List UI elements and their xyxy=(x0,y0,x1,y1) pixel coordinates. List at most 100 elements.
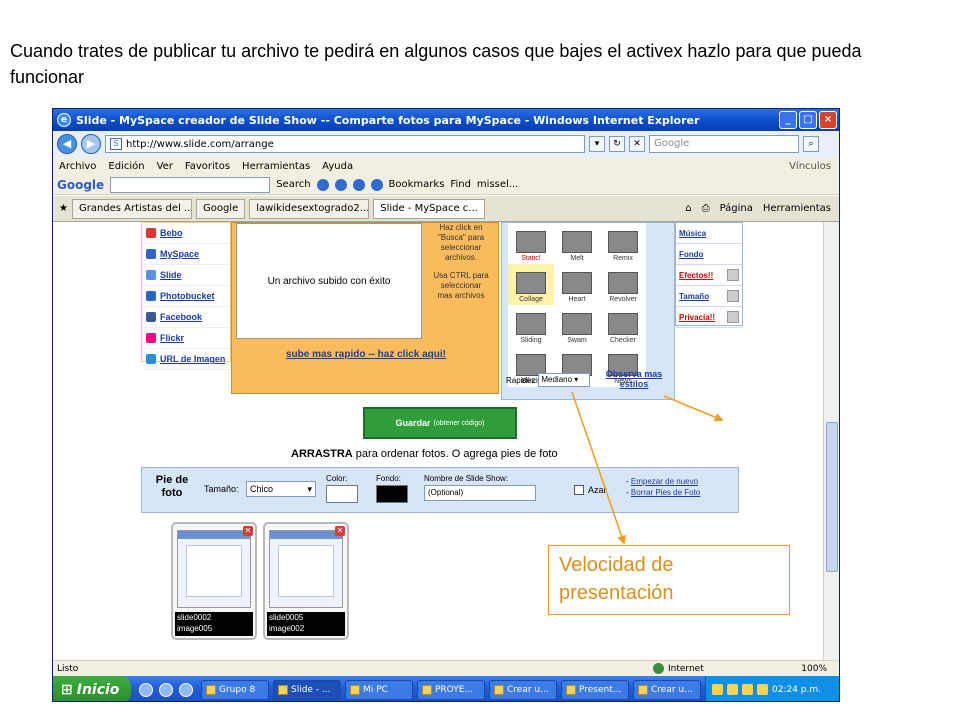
tray-icon[interactable] xyxy=(712,684,723,695)
style-option[interactable]: Static! xyxy=(508,223,554,264)
tab-google[interactable]: Google xyxy=(195,198,246,219)
style-label: Remix xyxy=(613,255,633,262)
windows-logo-icon: ⊞ xyxy=(61,681,73,698)
back-button[interactable]: ◀ xyxy=(57,134,77,154)
style-option[interactable]: Checker xyxy=(600,305,646,346)
search-icon[interactable]: ⌕ xyxy=(803,136,819,152)
fast-upload-link[interactable]: sube mas rapido -- haz click aqui! xyxy=(232,349,500,360)
toolbar-globe-icon[interactable] xyxy=(316,178,329,191)
maximize-button[interactable]: □ xyxy=(799,111,817,129)
tab-lawiki[interactable]: lawikidesextogrado2... xyxy=(249,198,370,219)
style-option[interactable]: Sliding xyxy=(508,305,554,346)
tools-menu[interactable]: Herramientas xyxy=(763,203,831,214)
task-icon xyxy=(422,684,432,695)
url-dropdown-button[interactable]: ▾ xyxy=(589,136,605,152)
user-account-button[interactable]: missel... xyxy=(477,179,518,190)
style-option[interactable]: Revolver xyxy=(600,264,646,305)
status-bar: Listo Internet 100% xyxy=(53,660,839,676)
home-icon[interactable]: ⌂ xyxy=(685,203,691,214)
random-checkbox[interactable] xyxy=(574,485,584,495)
style-option[interactable]: Remix xyxy=(600,223,646,264)
site-item-bebo[interactable]: Bebo xyxy=(142,223,230,244)
site-item-flickr[interactable]: Flickr xyxy=(142,328,230,349)
start-over-link[interactable]: Empezar de nuevo xyxy=(631,477,698,486)
style-label: Melt xyxy=(570,255,584,262)
favorites-star-icon[interactable]: ★ xyxy=(59,203,68,214)
print-icon[interactable]: ⎙ xyxy=(702,203,710,214)
google-toolbar-input[interactable] xyxy=(110,176,271,193)
drag-hint: ARRASTRA para ordenar fotos. O agrega pi… xyxy=(291,448,558,460)
caption-bg-picker[interactable] xyxy=(376,485,408,503)
page-menu[interactable]: Página xyxy=(720,203,753,214)
style-option[interactable]: Swam xyxy=(554,305,600,346)
menu-bar: Archivo Edición Ver Favoritos Herramient… xyxy=(53,157,839,175)
tab-slide[interactable]: Slide - MySpace c... xyxy=(373,198,485,219)
links-menu[interactable]: Vínculos xyxy=(789,161,831,172)
forward-button[interactable]: ▶ xyxy=(81,134,101,154)
menu-archivo[interactable]: Archivo xyxy=(59,161,96,172)
caption-size-select[interactable]: Chico ▾ xyxy=(246,481,316,497)
option-link[interactable]: Tamaño xyxy=(676,286,742,307)
tray-icon[interactable] xyxy=(727,684,738,695)
slideshow-name-input[interactable]: (Optional) xyxy=(424,485,536,501)
start-button[interactable]: ⊞ Inicio xyxy=(53,676,131,701)
toolbar-blog-icon[interactable] xyxy=(352,178,365,191)
caption-color-picker[interactable] xyxy=(326,485,358,503)
delete-photo-icon[interactable]: ✕ xyxy=(335,526,345,536)
tab-grandes-artistas[interactable]: Grandes Artistas del ... xyxy=(71,198,192,219)
menu-herramientas[interactable]: Herramientas xyxy=(242,161,310,172)
google-search-button[interactable]: Search xyxy=(276,179,310,190)
more-styles-link[interactable]: Observa mas estilos xyxy=(598,369,670,389)
photo-card[interactable]: ✕ slide0002 image005 xyxy=(171,522,257,640)
url-field[interactable]: S http://www.slide.com/arrange xyxy=(105,135,585,153)
site-item-photobucket[interactable]: Photobucket xyxy=(142,286,230,307)
speed-select[interactable]: Mediano ▾ xyxy=(538,373,591,387)
browser-search-input[interactable]: Google xyxy=(649,135,799,153)
option-link[interactable]: Fondo xyxy=(676,244,742,265)
quick-media-icon[interactable] xyxy=(179,682,193,697)
photo-card[interactable]: ✕ slide0005 image002 xyxy=(263,522,349,640)
menu-edicion[interactable]: Edición xyxy=(108,161,144,172)
taskbar-button[interactable]: Crear u... xyxy=(489,679,557,700)
menu-favoritos[interactable]: Favoritos xyxy=(185,161,230,172)
quick-launch xyxy=(139,682,193,697)
style-option[interactable]: Melt xyxy=(554,223,600,264)
page-scrollbar[interactable] xyxy=(823,222,839,660)
taskbar-button[interactable]: Present... xyxy=(561,679,629,700)
save-button[interactable]: Guardar (obtener código) xyxy=(363,407,517,439)
option-link[interactable]: Efectos!! xyxy=(676,265,742,286)
quick-browser-icon[interactable] xyxy=(159,682,173,697)
option-link[interactable]: Privacía!! xyxy=(676,307,742,328)
toolbar-mail-icon[interactable] xyxy=(370,178,383,191)
quick-ie-icon[interactable] xyxy=(139,682,153,697)
scrollbar-thumb[interactable] xyxy=(826,422,838,572)
zoom-level[interactable]: 100% xyxy=(801,664,827,674)
option-label: Efectos!! xyxy=(679,270,714,280)
delete-photo-icon[interactable]: ✕ xyxy=(243,526,253,536)
tray-icon[interactable] xyxy=(757,684,768,695)
minimize-button[interactable]: _ xyxy=(779,111,797,129)
style-option[interactable]: Heart xyxy=(554,264,600,305)
find-button[interactable]: Find xyxy=(450,179,471,190)
taskbar-button[interactable]: PROYE... xyxy=(417,679,485,700)
menu-ayuda[interactable]: Ayuda xyxy=(322,161,353,172)
toolbar-news-icon[interactable] xyxy=(334,178,347,191)
taskbar-button[interactable]: Grupo 8 xyxy=(201,679,269,700)
refresh-button[interactable]: ↻ xyxy=(609,136,625,152)
site-item-slide[interactable]: Slide xyxy=(142,265,230,286)
taskbar-button[interactable]: Crear u... xyxy=(633,679,701,700)
tray-icon[interactable] xyxy=(742,684,753,695)
clear-captions-link[interactable]: Borrar Pies de Foto xyxy=(631,488,700,497)
close-window-button[interactable]: × xyxy=(819,111,837,129)
security-zone: Internet xyxy=(653,663,704,674)
option-link[interactable]: Música xyxy=(676,223,742,244)
taskbar-button[interactable]: Mi PC xyxy=(345,679,413,700)
style-option[interactable]: Collage xyxy=(508,264,554,305)
taskbar-button[interactable]: Slide - ... xyxy=(273,679,341,700)
menu-ver[interactable]: Ver xyxy=(157,161,173,172)
site-item-facebook[interactable]: Facebook xyxy=(142,307,230,328)
site-item-url[interactable]: URL de Imagen xyxy=(142,349,230,370)
site-item-myspace[interactable]: MySpace xyxy=(142,244,230,265)
bookmarks-button[interactable]: Bookmarks xyxy=(389,179,445,190)
stop-button[interactable]: ✕ xyxy=(629,136,645,152)
